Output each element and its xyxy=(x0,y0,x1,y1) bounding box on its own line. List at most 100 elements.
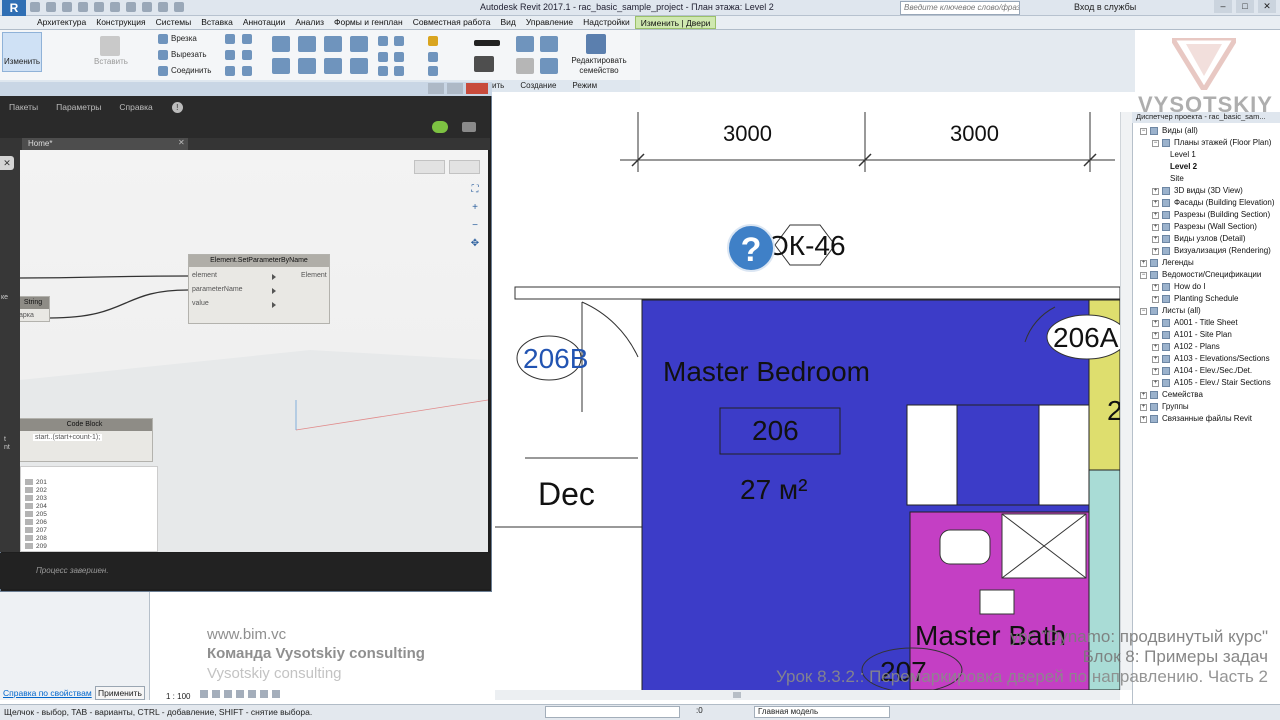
expand-icon[interactable]: + xyxy=(1140,260,1147,267)
ribbon-tool-icon[interactable] xyxy=(394,52,404,62)
browser-item[interactable]: Фасады (Building Elevation) xyxy=(1174,198,1275,207)
bulb-icon[interactable] xyxy=(428,36,438,46)
browser-item[interactable]: Листы (all) xyxy=(1162,306,1201,315)
pick-icon[interactable] xyxy=(428,66,438,76)
browser-item[interactable]: Планы этажей (Floor Plan) xyxy=(1174,138,1271,147)
expand-icon[interactable]: + xyxy=(1152,200,1159,207)
browser-item[interactable]: A105 - Elev./ Stair Sections xyxy=(1174,378,1271,387)
mirror-axis-icon[interactable] xyxy=(324,36,342,52)
browser-item[interactable]: Level 1 xyxy=(1170,150,1196,159)
ribbon-tab[interactable]: Совместная работа xyxy=(408,16,496,29)
ribbon-tool-icon[interactable] xyxy=(378,52,388,62)
join-label[interactable]: Соединить xyxy=(171,66,211,75)
ribbon-tab[interactable]: Надстройки xyxy=(578,16,635,29)
app-menu-button[interactable]: R xyxy=(2,0,26,16)
expand-icon[interactable]: + xyxy=(1152,320,1159,327)
ribbon-tab[interactable]: Анализ xyxy=(290,16,329,29)
collapse-icon[interactable]: − xyxy=(1152,140,1159,147)
browser-item[interactable]: 3D виды (3D View) xyxy=(1174,186,1243,195)
apply-button[interactable]: Применить xyxy=(95,686,145,700)
undo-icon[interactable] xyxy=(62,2,72,12)
sun-path-icon[interactable] xyxy=(224,690,232,698)
browser-item[interactable]: Ведомости/Спецификации xyxy=(1162,270,1261,279)
create-similar-icon[interactable] xyxy=(516,36,534,52)
browser-item[interactable]: A102 - Plans xyxy=(1174,342,1220,351)
browser-item[interactable]: A101 - Site Plan xyxy=(1174,330,1232,339)
ribbon-tool-icon[interactable] xyxy=(242,66,252,76)
offset-icon[interactable] xyxy=(298,36,316,52)
section-icon[interactable] xyxy=(158,2,168,12)
output-port[interactable]: Element xyxy=(301,272,327,279)
ribbon-tool-icon[interactable] xyxy=(225,34,235,44)
browser-item[interactable]: Семейства xyxy=(1162,390,1203,399)
cutout-label[interactable]: Вырезать xyxy=(171,50,207,59)
ribbon-tool-icon[interactable] xyxy=(394,66,404,76)
input-port[interactable]: parameterName xyxy=(192,286,243,293)
align-icon[interactable] xyxy=(272,36,290,52)
graph-view-button[interactable] xyxy=(449,160,480,174)
expand-icon[interactable]: + xyxy=(1152,236,1159,243)
expand-icon[interactable]: + xyxy=(1152,332,1159,339)
text-icon[interactable] xyxy=(126,2,136,12)
maximize-button[interactable]: □ xyxy=(1236,0,1254,13)
zoom-out-icon[interactable]: − xyxy=(468,220,482,236)
cut-icon[interactable] xyxy=(158,50,168,60)
ribbon-tab[interactable]: Аннотации xyxy=(238,16,291,29)
model-select[interactable]: Главная модель xyxy=(754,706,890,718)
redo-icon[interactable] xyxy=(78,2,88,12)
tab-close-icon[interactable]: ✕ xyxy=(178,138,185,147)
print-icon[interactable] xyxy=(94,2,104,12)
collapse-icon[interactable]: − xyxy=(1140,128,1147,135)
code-text[interactable]: start..(start+count-1); xyxy=(33,434,103,441)
expand-icon[interactable]: + xyxy=(1152,344,1159,351)
ribbon-tab[interactable]: Формы и генплан xyxy=(329,16,408,29)
ribbon-tool-icon[interactable] xyxy=(378,36,388,46)
dynamo-minimize-button[interactable] xyxy=(428,83,444,94)
geometry-view-button[interactable] xyxy=(414,160,445,174)
measure-tool-icon[interactable] xyxy=(474,56,494,72)
node-setparameterbyname[interactable]: Element.SetParameterByName element param… xyxy=(188,254,330,324)
input-port[interactable]: element xyxy=(192,272,217,279)
properties-help-link[interactable]: Справка по свойствам xyxy=(3,688,92,698)
visual-style-icon[interactable] xyxy=(212,690,220,698)
browser-item[interactable]: Site xyxy=(1170,174,1184,183)
cut-label[interactable]: Врезка xyxy=(171,34,197,43)
dynamo-close-button[interactable] xyxy=(466,83,488,94)
minimize-button[interactable]: – xyxy=(1214,0,1232,13)
expand-icon[interactable]: + xyxy=(1152,368,1159,375)
ribbon-tab[interactable]: Управление xyxy=(521,16,578,29)
camera-icon[interactable] xyxy=(462,122,476,132)
measure-icon[interactable] xyxy=(110,2,120,12)
move-icon[interactable] xyxy=(272,58,290,74)
expand-icon[interactable]: + xyxy=(1152,224,1159,231)
drawing-area[interactable]: 3000 3000 ОК-46 206B 206A Master Bedroom… xyxy=(495,112,1120,690)
ribbon-tool-icon[interactable] xyxy=(242,34,252,44)
horizontal-scrollbar[interactable] xyxy=(495,690,1120,700)
ribbon-tab[interactable]: Вставка xyxy=(196,16,238,29)
browser-item[interactable]: Визуализация (Rendering) xyxy=(1174,246,1271,255)
ribbon-tool-icon[interactable] xyxy=(378,66,388,76)
expand-icon[interactable]: + xyxy=(1140,416,1147,423)
rotate-icon[interactable] xyxy=(324,58,342,74)
cloud-upload-icon[interactable] xyxy=(432,121,448,133)
browser-item[interactable]: Связанные файлы Revit xyxy=(1162,414,1252,423)
browser-item[interactable]: How do I xyxy=(1174,282,1206,291)
browser-item[interactable]: A104 - Elev./Sec./Det. xyxy=(1174,366,1252,375)
login-link[interactable]: Вход в службы xyxy=(1074,2,1136,12)
expand-icon[interactable]: + xyxy=(1152,356,1159,363)
browser-item[interactable]: Level 2 xyxy=(1170,162,1197,171)
dynamo-menu-help[interactable]: Справка xyxy=(110,102,161,112)
dimension-icon[interactable] xyxy=(474,40,500,46)
crop-visible-icon[interactable] xyxy=(260,690,268,698)
crop-icon[interactable] xyxy=(248,690,256,698)
3d-view-icon[interactable] xyxy=(142,2,152,12)
input-port[interactable]: value xyxy=(192,300,209,307)
browser-item[interactable]: Виды (all) xyxy=(1162,126,1198,135)
create-group-icon[interactable] xyxy=(516,58,534,74)
dynamo-menu-settings[interactable]: Параметры xyxy=(47,102,110,112)
cope-icon[interactable] xyxy=(158,34,168,44)
edit-family-icon[interactable] xyxy=(586,34,606,54)
edit-family-label[interactable]: Редактировать семейство xyxy=(570,56,628,76)
ribbon-tool-icon[interactable] xyxy=(242,50,252,60)
ribbon-tool-icon[interactable] xyxy=(225,66,235,76)
